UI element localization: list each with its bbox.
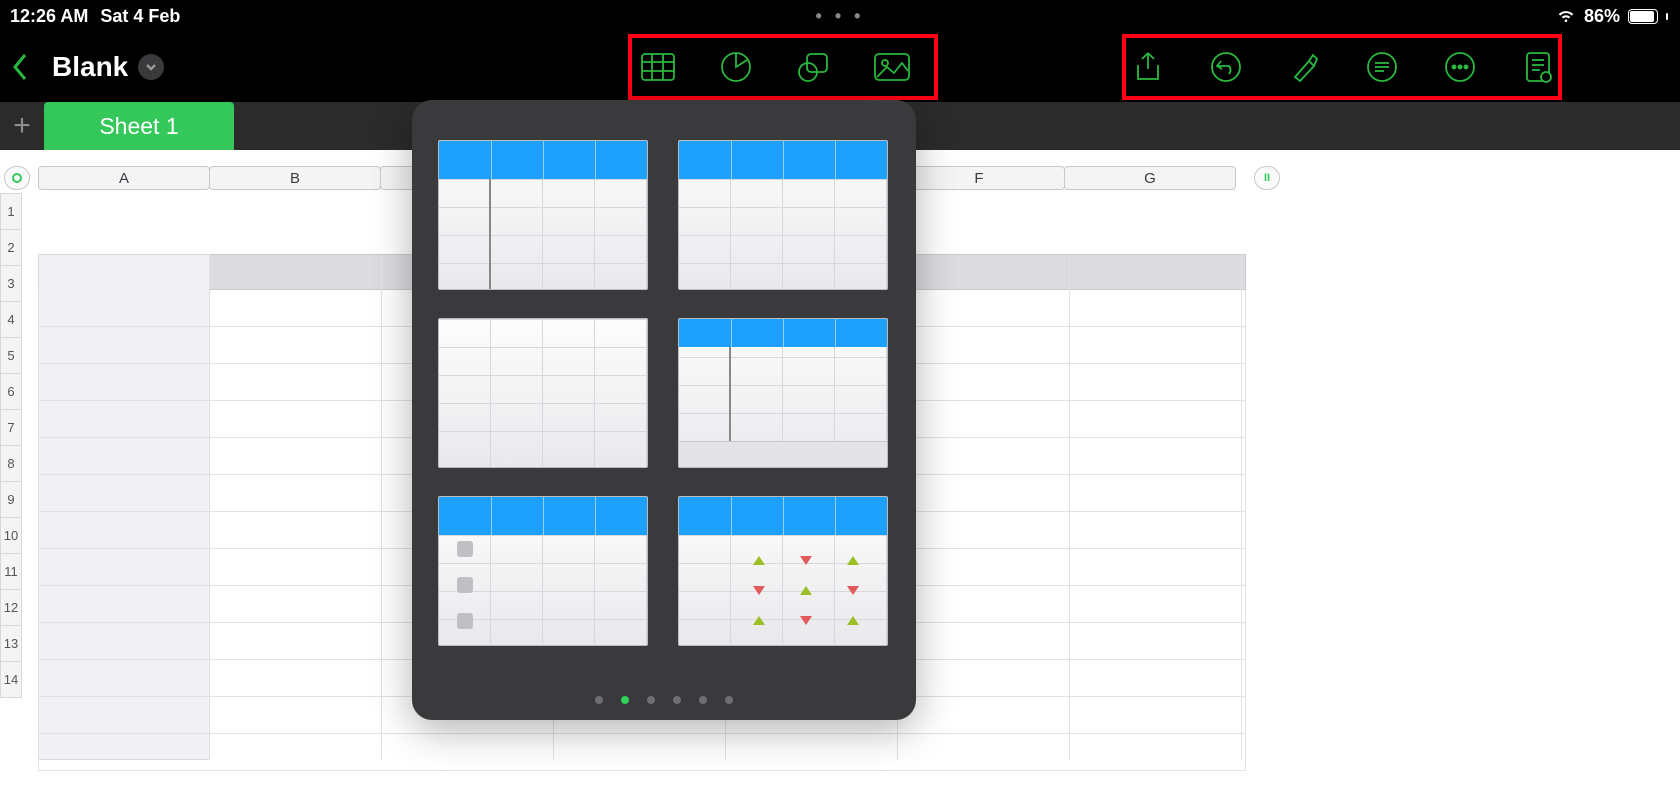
page-dot[interactable] xyxy=(673,696,681,704)
table-styles-popover[interactable] xyxy=(412,100,916,720)
row-header[interactable]: 6 xyxy=(0,373,22,410)
page-dot[interactable] xyxy=(647,696,655,704)
battery-icon xyxy=(1628,9,1658,24)
row-header[interactable]: 13 xyxy=(0,625,22,662)
insert-table-icon[interactable] xyxy=(640,49,676,85)
table-style-option-3[interactable] xyxy=(438,318,648,468)
row-header[interactable]: 9 xyxy=(0,481,22,518)
page-dot[interactable] xyxy=(621,696,629,704)
share-icon[interactable] xyxy=(1130,49,1166,85)
actions-toolbar-group xyxy=(1130,32,1556,102)
column-header[interactable]: A xyxy=(38,166,210,190)
insert-shape-icon[interactable] xyxy=(796,49,832,85)
page-dot[interactable] xyxy=(699,696,707,704)
row-headers[interactable]: 1234567891011121314 xyxy=(0,194,22,698)
row-header[interactable]: 14 xyxy=(0,661,22,698)
table-style-option-1[interactable] xyxy=(438,140,648,290)
table-style-option-6[interactable] xyxy=(678,496,888,646)
column-header[interactable]: F xyxy=(893,166,1065,190)
table-style-option-4[interactable] xyxy=(678,318,888,468)
table-style-option-2[interactable] xyxy=(678,140,888,290)
battery-cap xyxy=(1666,13,1668,20)
column-resize-handle[interactable]: II xyxy=(1254,166,1280,190)
status-date: Sat 4 Feb xyxy=(100,6,180,27)
insert-chart-icon[interactable] xyxy=(718,49,754,85)
add-sheet-button[interactable]: + xyxy=(0,102,44,150)
page-dot[interactable] xyxy=(595,696,603,704)
status-time: 12:26 AM xyxy=(10,6,88,27)
row-header[interactable]: 11 xyxy=(0,553,22,590)
undo-icon[interactable] xyxy=(1208,49,1244,85)
status-bar: 12:26 AM Sat 4 Feb • • • 86% xyxy=(0,0,1680,32)
column-header[interactable]: G xyxy=(1064,166,1236,190)
document-menu-chevron-icon[interactable] xyxy=(138,54,164,80)
document-title[interactable]: Blank xyxy=(52,51,164,83)
battery-percent: 86% xyxy=(1584,6,1620,27)
multitasking-dots[interactable]: • • • xyxy=(816,6,865,27)
sheet-tab-label: Sheet 1 xyxy=(99,113,178,140)
row-header[interactable]: 10 xyxy=(0,517,22,554)
row-header[interactable]: 2 xyxy=(0,229,22,266)
back-button[interactable] xyxy=(6,47,36,87)
row-header[interactable]: 1 xyxy=(0,193,22,230)
table-style-option-5[interactable] xyxy=(438,496,648,646)
popover-page-indicator[interactable] xyxy=(412,696,916,704)
page-dot[interactable] xyxy=(725,696,733,704)
document-settings-icon[interactable] xyxy=(1520,49,1556,85)
navigation-bar: Blank xyxy=(0,32,1680,102)
row-header[interactable]: 4 xyxy=(0,301,22,338)
row-header[interactable]: 8 xyxy=(0,445,22,482)
row-header[interactable]: 12 xyxy=(0,589,22,626)
sheet-tab-active[interactable]: Sheet 1 xyxy=(44,102,234,150)
format-brush-icon[interactable] xyxy=(1286,49,1322,85)
wifi-icon xyxy=(1556,4,1576,29)
column-header[interactable]: B xyxy=(209,166,381,190)
row-header[interactable]: 5 xyxy=(0,337,22,374)
document-title-text: Blank xyxy=(52,51,128,83)
row-header[interactable]: 7 xyxy=(0,409,22,446)
table-styles-grid xyxy=(438,140,890,664)
insert-toolbar-group xyxy=(640,32,910,102)
row-header[interactable]: 3 xyxy=(0,265,22,302)
more-icon[interactable] xyxy=(1442,49,1478,85)
insert-media-icon[interactable] xyxy=(874,49,910,85)
text-options-icon[interactable] xyxy=(1364,49,1400,85)
select-all-handle[interactable] xyxy=(4,166,30,190)
